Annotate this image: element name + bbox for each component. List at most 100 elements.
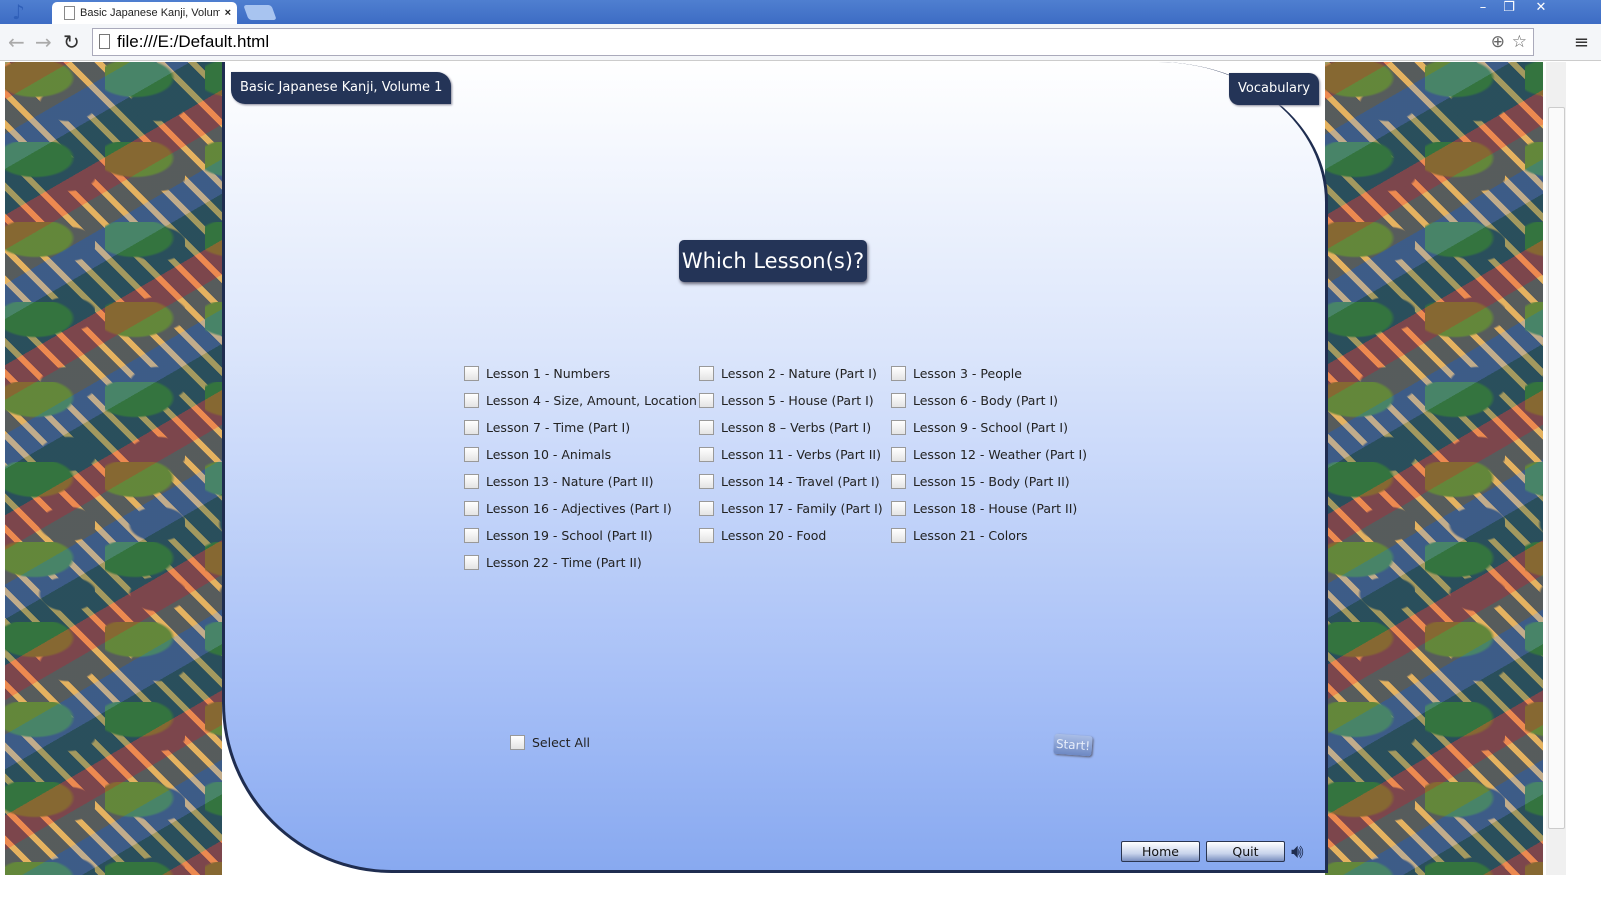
lesson-checkbox[interactable]: Lesson 6 - Body (Part I) [891, 393, 1058, 408]
forward-icon[interactable]: → [35, 30, 52, 54]
checkbox[interactable] [699, 528, 714, 543]
lesson-label: Lesson 11 - Verbs (Part II) [721, 447, 881, 462]
vocabulary-button[interactable]: Vocabulary [1229, 73, 1320, 105]
lesson-checkbox[interactable]: Lesson 10 - Animals [464, 447, 611, 462]
lesson-label: Lesson 8 – Verbs (Part I) [721, 420, 872, 435]
lesson-checkbox[interactable]: Lesson 5 - House (Part I) [699, 393, 874, 408]
checkbox[interactable] [891, 474, 906, 489]
quit-button[interactable]: Quit [1206, 841, 1285, 862]
app-logo-icon: ♪ [12, 0, 25, 24]
lesson-checkbox[interactable]: Lesson 11 - Verbs (Part II) [699, 447, 881, 462]
lesson-checkbox[interactable]: Lesson 16 - Adjectives (Part I) [464, 501, 672, 516]
checkbox[interactable] [510, 735, 525, 750]
lesson-label: Lesson 21 - Colors [913, 528, 1028, 543]
lesson-checkbox[interactable]: Lesson 21 - Colors [891, 528, 1028, 543]
lesson-label: Lesson 4 - Size, Amount, Location [486, 393, 697, 408]
reload-icon[interactable]: ↻ [63, 30, 80, 54]
scrollbar[interactable] [1546, 62, 1566, 875]
new-tab-button[interactable] [243, 5, 277, 20]
restore-icon[interactable]: ❐ [1496, 0, 1522, 15]
checkbox[interactable] [891, 393, 906, 408]
main-panel [222, 62, 1328, 873]
lesson-label: Lesson 5 - House (Part I) [721, 393, 874, 408]
lesson-checkbox[interactable]: Lesson 1 - Numbers [464, 366, 610, 381]
start-button[interactable]: Start! [1053, 733, 1093, 757]
lesson-checkbox[interactable]: Lesson 20 - Food [699, 528, 826, 543]
checkbox[interactable] [891, 501, 906, 516]
lesson-checkbox[interactable]: Lesson 17 - Family (Part I) [699, 501, 883, 516]
lesson-checkbox[interactable]: Lesson 13 - Nature (Part II) [464, 474, 654, 489]
lesson-checkbox[interactable]: Lesson 3 - People [891, 366, 1022, 381]
checkbox[interactable] [699, 366, 714, 381]
page-icon [64, 6, 75, 20]
lesson-label: Lesson 9 - School (Part I) [913, 420, 1068, 435]
checkbox[interactable] [891, 528, 906, 543]
checkbox[interactable] [891, 366, 906, 381]
checkbox[interactable] [699, 447, 714, 462]
checkbox[interactable] [699, 393, 714, 408]
decorative-pattern-right [1325, 62, 1543, 875]
star-icon[interactable]: ☆ [1512, 29, 1527, 55]
select-all-label: Select All [532, 735, 591, 750]
tab-title: Basic Japanese Kanji, Volume 1 [80, 7, 220, 19]
lesson-checkbox[interactable]: Lesson 9 - School (Part I) [891, 420, 1068, 435]
lesson-label: Lesson 2 - Nature (Part I) [721, 366, 877, 381]
close-tab-icon[interactable]: × [225, 2, 231, 24]
checkbox[interactable] [464, 420, 479, 435]
scrollbar-thumb[interactable] [1548, 107, 1565, 829]
checkbox[interactable] [464, 528, 479, 543]
url-text: file:///E:/Default.html [117, 32, 270, 51]
close-window-icon[interactable]: ✕ [1528, 0, 1554, 15]
lesson-label: Lesson 20 - Food [721, 528, 827, 543]
lesson-label: Lesson 14 - Travel (Part I) [721, 474, 880, 489]
minimize-icon[interactable]: – [1470, 0, 1496, 15]
checkbox[interactable] [464, 501, 479, 516]
browser-titlebar: ♪ Basic Japanese Kanji, Volume 1 × – ❐ ✕ [0, 0, 1601, 24]
lesson-label: Lesson 15 - Body (Part II) [913, 474, 1070, 489]
address-bar[interactable]: file:///E:/Default.html ⊕ ☆ [92, 28, 1534, 56]
app-title-badge: Basic Japanese Kanji, Volume 1 [231, 72, 452, 104]
lesson-checkbox[interactable]: Lesson 2 - Nature (Part I) [699, 366, 877, 381]
checkbox[interactable] [464, 447, 479, 462]
lesson-checkbox[interactable]: Lesson 15 - Body (Part II) [891, 474, 1070, 489]
lesson-label: Lesson 7 - Time (Part I) [486, 420, 631, 435]
lesson-checkbox[interactable]: Lesson 4 - Size, Amount, Location [464, 393, 697, 408]
back-icon[interactable]: ← [8, 30, 25, 54]
checkbox[interactable] [464, 474, 479, 489]
page-icon [99, 34, 110, 49]
checkbox[interactable] [699, 501, 714, 516]
browser-tab[interactable]: Basic Japanese Kanji, Volume 1 × [52, 2, 237, 24]
lesson-label: Lesson 13 - Nature (Part II) [486, 474, 654, 489]
lesson-label: Lesson 17 - Family (Part I) [721, 501, 883, 516]
checkbox[interactable] [464, 366, 479, 381]
lesson-checkbox[interactable]: Lesson 22 - Time (Part II) [464, 555, 642, 570]
lesson-checkbox[interactable]: Lesson 12 - Weather (Part I) [891, 447, 1087, 462]
checkbox[interactable] [699, 420, 714, 435]
checkbox[interactable] [699, 474, 714, 489]
checkbox[interactable] [464, 393, 479, 408]
lesson-label: Lesson 6 - Body (Part I) [913, 393, 1059, 408]
menu-icon[interactable]: ≡ [1574, 32, 1589, 53]
lesson-label: Lesson 12 - Weather (Part I) [913, 447, 1088, 462]
checkbox[interactable] [891, 447, 906, 462]
select-all-checkbox[interactable]: Select All [510, 735, 590, 750]
lesson-checkbox[interactable]: Lesson 7 - Time (Part I) [464, 420, 630, 435]
zoom-icon[interactable]: ⊕ [1491, 29, 1505, 55]
decorative-pattern-left [5, 62, 222, 875]
lesson-label: Lesson 1 - Numbers [486, 366, 611, 381]
home-button[interactable]: Home [1121, 841, 1200, 862]
lesson-label: Lesson 10 - Animals [486, 447, 612, 462]
lesson-label: Lesson 18 - House (Part II) [913, 501, 1078, 516]
lesson-label: Lesson 22 - Time (Part II) [486, 555, 642, 570]
lesson-checkbox[interactable]: Lesson 19 - School (Part II) [464, 528, 653, 543]
lesson-checkbox[interactable]: Lesson 8 – Verbs (Part I) [699, 420, 871, 435]
lesson-label: Lesson 19 - School (Part II) [486, 528, 653, 543]
lesson-label: Lesson 3 - People [913, 366, 1022, 381]
lesson-label: Lesson 16 - Adjectives (Part I) [486, 501, 672, 516]
checkbox[interactable] [891, 420, 906, 435]
lesson-checkbox[interactable]: Lesson 18 - House (Part II) [891, 501, 1077, 516]
page-title: Which Lesson(s)? [679, 240, 867, 282]
lesson-checkbox[interactable]: Lesson 14 - Travel (Part I) [699, 474, 880, 489]
speaker-icon[interactable]: 🔊︎ [1291, 839, 1304, 863]
checkbox[interactable] [464, 555, 479, 570]
